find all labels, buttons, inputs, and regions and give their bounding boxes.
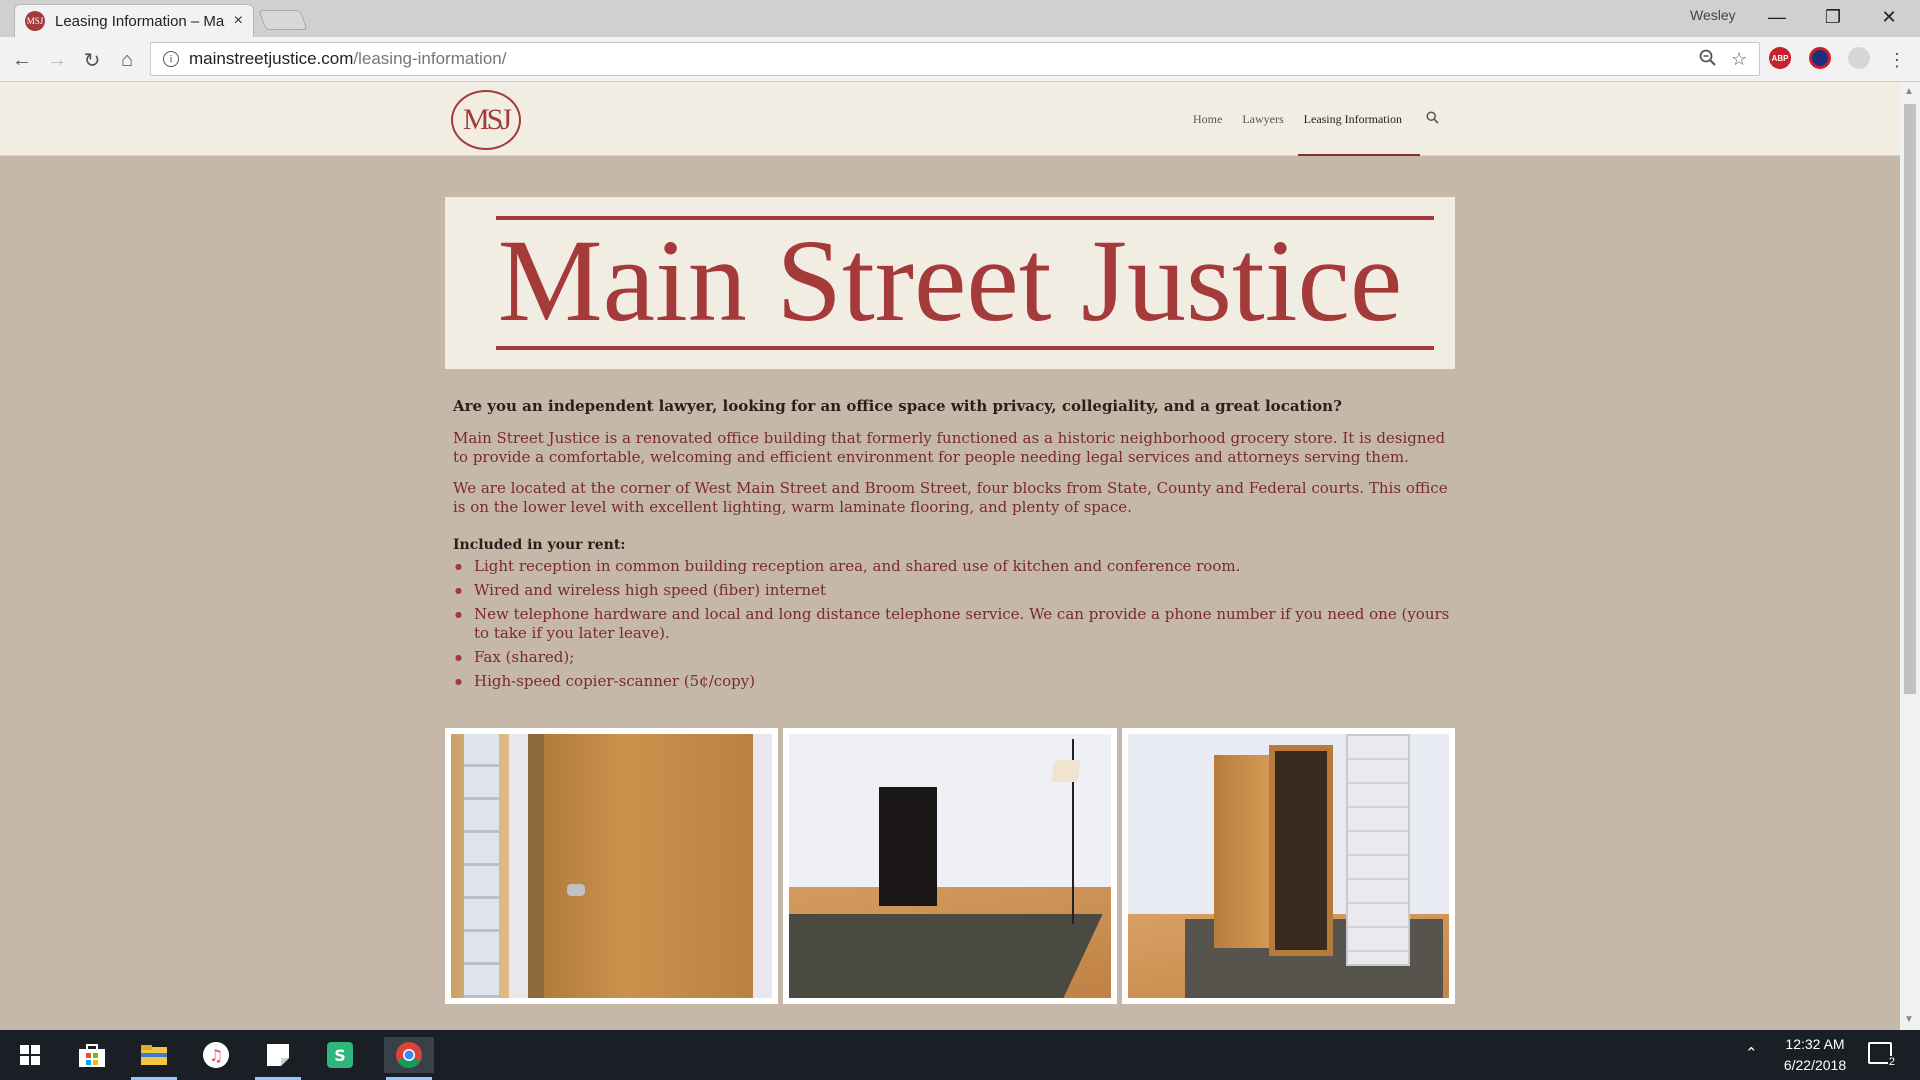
notification-count: 2 xyxy=(1887,1056,1896,1068)
banner-title: Main Street Justice xyxy=(497,215,1403,346)
forward-arrow-icon[interactable]: → xyxy=(44,47,70,73)
back-arrow-icon[interactable]: ← xyxy=(9,47,35,73)
intro-question: Are you an independent lawyer, looking f… xyxy=(453,397,1342,415)
minimize-icon[interactable]: — xyxy=(1754,4,1800,30)
site-info-icon[interactable]: i xyxy=(163,51,179,67)
browser-tab[interactable]: MSJ Leasing Information – Ma × xyxy=(14,4,254,37)
gallery-photo-room[interactable] xyxy=(783,728,1117,1004)
url-path: /leasing-information/ xyxy=(353,49,507,68)
tab-close-icon[interactable]: × xyxy=(234,12,243,30)
windows-taskbar: ♫ S ⌃ 12:32 AM 6/22/2018 2 xyxy=(0,1030,1920,1080)
site-header: MSJ Home Lawyers Leasing Information xyxy=(0,82,1900,156)
web-page: MSJ Home Lawyers Leasing Information Mai… xyxy=(0,82,1900,1030)
photo-gallery xyxy=(445,728,1455,1004)
page-scrollbar[interactable]: ▲ ▼ xyxy=(1900,82,1920,1030)
gallery-photo-doorway[interactable] xyxy=(1121,728,1455,1004)
site-favicon-icon: MSJ xyxy=(25,11,45,31)
slack-icon[interactable]: S xyxy=(322,1037,358,1073)
url-host: mainstreetjustice.com xyxy=(189,49,354,68)
list-item: Wired and wireless high speed (fiber) in… xyxy=(453,581,1453,600)
itunes-icon[interactable]: ♫ xyxy=(198,1037,234,1073)
reload-icon[interactable]: ↻ xyxy=(79,47,105,73)
restore-icon[interactable]: ❐ xyxy=(1810,4,1856,30)
extension-flag-icon[interactable] xyxy=(1809,47,1831,69)
zoom-icon[interactable] xyxy=(1699,49,1717,72)
home-icon[interactable]: ⌂ xyxy=(114,47,140,73)
clock-time: 12:32 AM xyxy=(1785,1036,1845,1052)
gallery-photo-door[interactable] xyxy=(445,728,779,1004)
browser-toolbar: ← → ↻ ⌂ i mainstreetjustice.com /leasing… xyxy=(0,37,1920,82)
new-tab-button[interactable] xyxy=(258,10,308,30)
site-logo[interactable]: MSJ xyxy=(451,90,521,150)
browser-tab-strip: MSJ Leasing Information – Ma × Wesley — … xyxy=(0,0,1920,37)
list-item: High-speed copier-scanner (5¢/copy) xyxy=(453,672,1453,691)
nav-lawyers[interactable]: Lawyers xyxy=(1242,112,1283,127)
tray-overflow-icon[interactable]: ⌃ xyxy=(1745,1044,1758,1062)
list-item: New telephone hardware and local and lon… xyxy=(453,605,1453,643)
start-windows-icon[interactable] xyxy=(12,1037,48,1073)
scroll-up-icon[interactable]: ▲ xyxy=(1904,86,1914,97)
svg-text:S: S xyxy=(334,1046,346,1065)
list-item: Light reception in common building recep… xyxy=(453,557,1453,576)
nav-active-indicator xyxy=(1298,154,1420,156)
scrollbar-thumb[interactable] xyxy=(1904,104,1916,694)
nav-leasing-information[interactable]: Leasing Information xyxy=(1304,112,1402,127)
included-label: Included in your rent: xyxy=(453,537,626,553)
sticky-notes-icon[interactable] xyxy=(260,1037,296,1073)
scroll-down-icon[interactable]: ▼ xyxy=(1904,1014,1914,1025)
main-content: Are you an independent lawyer, looking f… xyxy=(453,397,1453,696)
nav-home[interactable]: Home xyxy=(1193,112,1222,127)
profile-name[interactable]: Wesley xyxy=(1690,7,1736,23)
close-window-icon[interactable]: ✕ xyxy=(1866,4,1912,30)
banner-image: Main Street Justice xyxy=(445,197,1455,369)
file-explorer-icon[interactable] xyxy=(136,1037,172,1073)
description-paragraph: Main Street Justice is a renovated offic… xyxy=(453,429,1446,466)
search-icon[interactable] xyxy=(1426,111,1439,127)
list-item: Fax (shared); xyxy=(453,648,1453,667)
rent-list: Light reception in common building recep… xyxy=(453,557,1453,691)
chrome-menu-icon[interactable]: ⋮ xyxy=(1884,47,1910,73)
main-nav: Home Lawyers Leasing Information xyxy=(1183,82,1439,156)
action-center-icon[interactable]: 2 xyxy=(1868,1042,1896,1068)
tab-title: Leasing Information – Ma xyxy=(55,12,225,30)
chrome-icon[interactable] xyxy=(384,1037,434,1073)
address-bar[interactable]: i mainstreetjustice.com /leasing-informa… xyxy=(150,42,1760,76)
clock-date: 6/22/2018 xyxy=(1783,1057,1847,1073)
adblock-icon[interactable]: ABP xyxy=(1769,47,1791,69)
location-paragraph: We are located at the corner of West Mai… xyxy=(453,479,1448,516)
bookmark-star-icon[interactable]: ☆ xyxy=(1731,49,1747,70)
svg-text:♫: ♫ xyxy=(209,1046,223,1065)
system-clock[interactable]: 12:32 AM 6/22/2018 xyxy=(1775,1034,1855,1076)
store-icon[interactable] xyxy=(74,1037,110,1073)
profile-avatar-icon[interactable] xyxy=(1848,47,1870,69)
banner-rule-bottom xyxy=(496,346,1434,350)
